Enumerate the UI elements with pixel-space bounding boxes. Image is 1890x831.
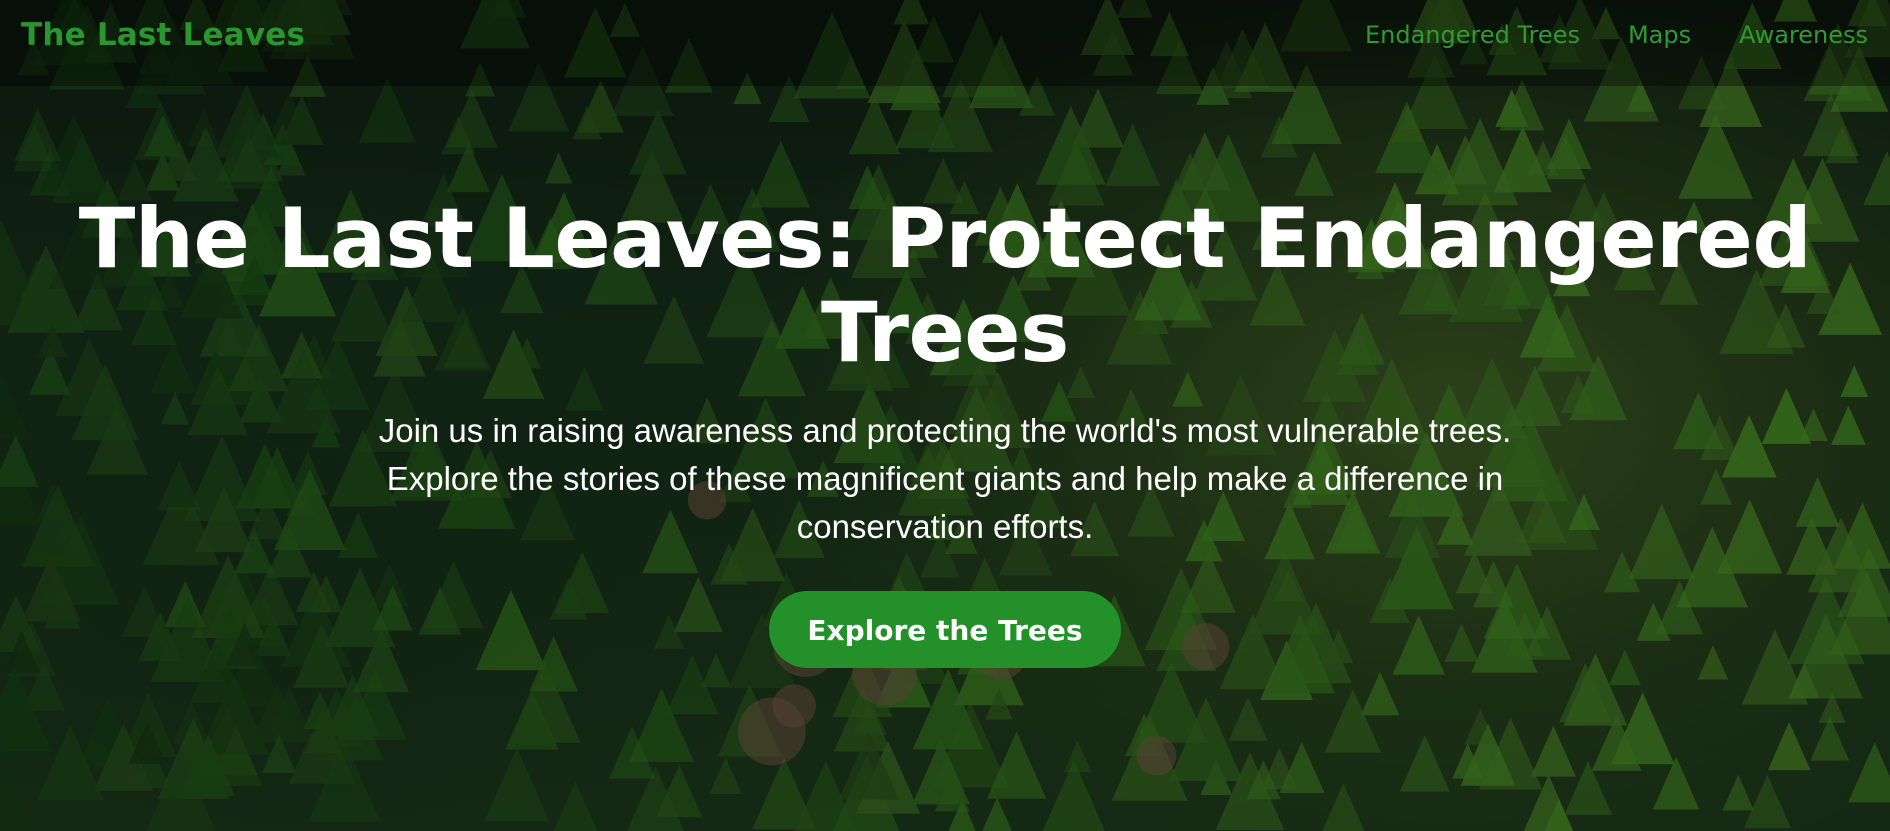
hero-subtitle: Join us in raising awareness and protect… xyxy=(378,412,1512,545)
hero-title: The Last Leaves: Protect Endangered Tree… xyxy=(78,190,1812,381)
site-logo[interactable]: The Last Leaves xyxy=(21,17,305,53)
explore-trees-button[interactable]: Explore the Trees xyxy=(769,591,1121,668)
nav-link-endangered-trees[interactable]: Endangered Trees xyxy=(1365,21,1580,49)
nav-link-awareness[interactable]: Awareness xyxy=(1739,21,1868,49)
main-nav: Endangered Trees Maps Awareness xyxy=(1365,21,1868,49)
top-navigation-bar: The Last Leaves Endangered Trees Maps Aw… xyxy=(0,0,1890,86)
nav-link-maps[interactable]: Maps xyxy=(1628,21,1691,49)
hero-section: The Last Leaves: Protect Endangered Tree… xyxy=(0,192,1890,668)
